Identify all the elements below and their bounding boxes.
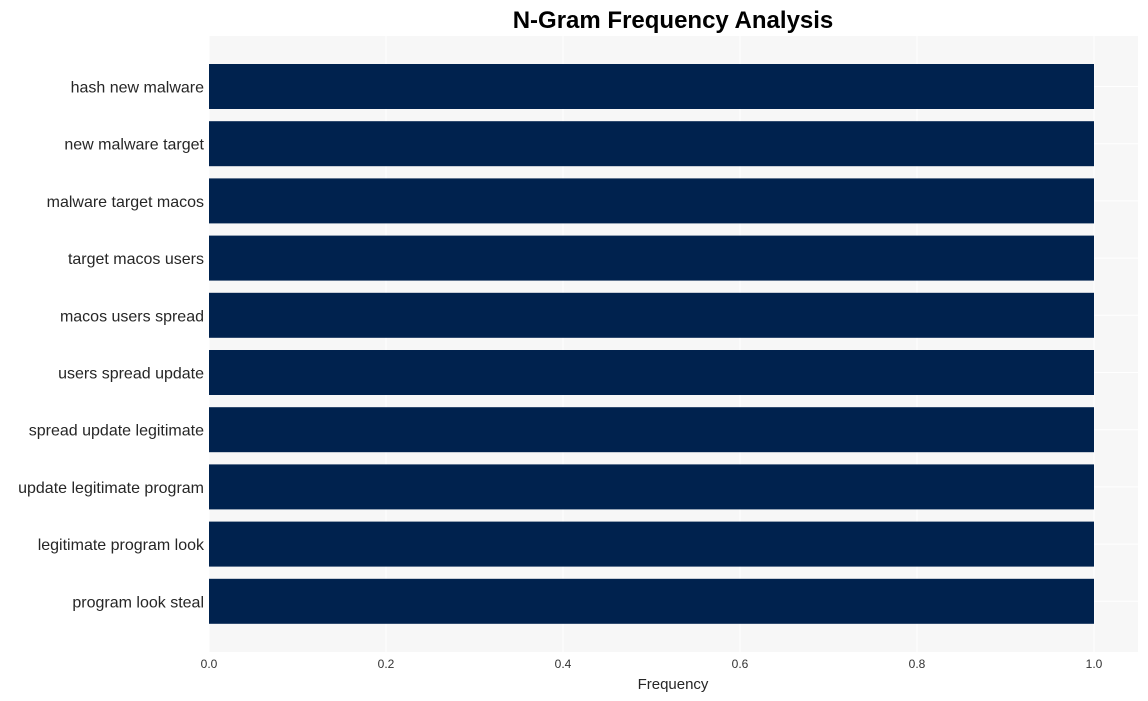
chart: hash new malware new malware target malwar… xyxy=(18,7,1138,693)
bar xyxy=(209,578,1094,624)
category-label: users spread update xyxy=(58,366,204,383)
category-label: spread update legitimate xyxy=(29,423,204,440)
bar xyxy=(209,178,1094,224)
x-tick-label: 0.2 xyxy=(378,657,395,671)
x-tick-label: 0.8 xyxy=(909,657,926,671)
category-label: update legitimate program xyxy=(18,480,204,497)
category-label: new malware target xyxy=(64,137,204,154)
bar xyxy=(209,407,1094,453)
x-tick-labels: 0.0 0.2 0.4 0.6 0.8 1.0 xyxy=(201,657,1103,671)
category-label: malware target macos xyxy=(47,194,204,211)
x-tick-label: 0.0 xyxy=(201,657,218,671)
category-label: target macos users xyxy=(68,251,204,268)
category-labels: hash new malware new malware target malwar… xyxy=(18,80,205,612)
bar xyxy=(209,292,1094,338)
bar xyxy=(209,235,1094,281)
bar xyxy=(209,464,1094,510)
category-label: program look steal xyxy=(72,594,204,611)
x-axis-label: Frequency xyxy=(638,676,709,693)
bar xyxy=(209,121,1094,167)
category-label: legitimate program look xyxy=(38,537,205,554)
bar xyxy=(209,64,1094,109)
x-tick-label: 0.6 xyxy=(732,657,749,671)
x-tick-label: 1.0 xyxy=(1086,657,1103,671)
category-label: hash new malware xyxy=(71,80,205,97)
chart-title: N-Gram Frequency Analysis xyxy=(513,7,834,34)
bar xyxy=(209,350,1094,395)
bar xyxy=(209,521,1094,567)
x-tick-label: 0.4 xyxy=(555,657,572,671)
category-label: macos users spread xyxy=(60,308,204,325)
